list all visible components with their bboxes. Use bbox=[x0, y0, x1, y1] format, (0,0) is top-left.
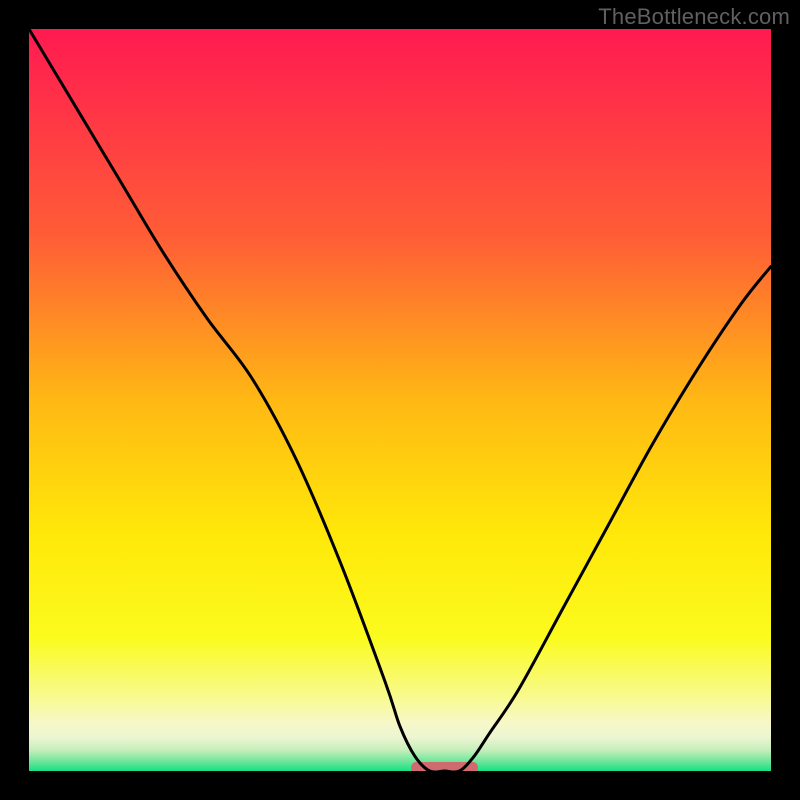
gradient-background bbox=[29, 29, 771, 771]
plot-area bbox=[29, 29, 771, 771]
chart-container: TheBottleneck.com bbox=[0, 0, 800, 800]
chart-svg bbox=[29, 29, 771, 771]
watermark-text: TheBottleneck.com bbox=[598, 4, 790, 30]
